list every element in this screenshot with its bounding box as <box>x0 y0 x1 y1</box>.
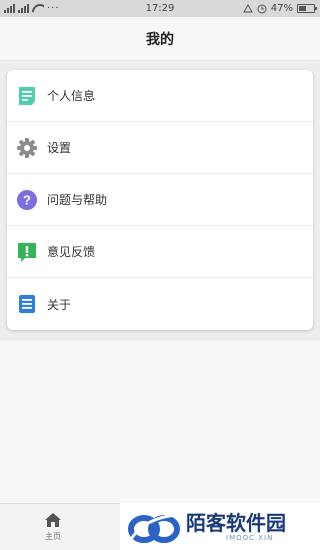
signal-icon <box>4 4 15 13</box>
wifi-icon <box>32 4 44 13</box>
home-icon <box>45 513 61 527</box>
battery-icon <box>297 4 317 13</box>
empty-content-area <box>0 341 320 503</box>
gear-icon <box>17 137 37 158</box>
menu-item-feedback[interactable]: 意见反馈 <box>7 226 313 278</box>
status-time: 17:29 <box>145 3 175 14</box>
watermark-subtitle: IMOOC XIN <box>226 533 274 542</box>
alarm-icon <box>242 3 253 12</box>
status-left: ··· <box>0 2 120 14</box>
menu-item-help[interactable]: ? 问题与帮助 <box>7 174 313 226</box>
question-icon: ? <box>17 189 37 210</box>
menu-item-settings[interactable]: 设置 <box>7 122 313 174</box>
profile-card-icon <box>17 86 37 106</box>
battery-fill <box>299 6 306 11</box>
menu-label: 意见反馈 <box>47 245 96 259</box>
menu-label: 个人信息 <box>47 89 96 103</box>
watermark-text: 陌客软件园 IMOOC XIN <box>186 512 286 542</box>
menu-label: 设置 <box>47 141 72 155</box>
clock-icon <box>257 4 267 13</box>
menu-item-about[interactable]: 关于 <box>7 278 313 330</box>
menu-label: 关于 <box>47 297 72 312</box>
more-dots-icon: ··· <box>47 2 60 14</box>
feedback-icon <box>17 242 37 262</box>
document-icon <box>17 294 37 314</box>
signal-icon <box>18 4 29 13</box>
tab-home-label: 主页 <box>45 532 61 541</box>
menu-item-profile[interactable]: 个人信息 <box>7 70 313 122</box>
menu-label: 问题与帮助 <box>47 193 108 207</box>
page-header: 我的 <box>0 17 320 61</box>
watermark-title: 陌客软件园 <box>186 510 286 535</box>
watermark: 陌客软件园 IMOOC XIN <box>120 503 320 550</box>
menu-card: 个人信息 设置 ? 问题与帮助 意见反馈 关于 <box>7 70 313 330</box>
page-title: 我的 <box>146 31 174 48</box>
tab-home[interactable]: 主页 <box>0 504 106 550</box>
battery-percent: 47% <box>270 3 293 14</box>
svg-text:?: ? <box>23 192 31 207</box>
status-right: 47% <box>200 3 320 14</box>
watermark-logo-icon <box>128 513 180 543</box>
status-bar: ··· 17:29 47% <box>0 0 320 17</box>
